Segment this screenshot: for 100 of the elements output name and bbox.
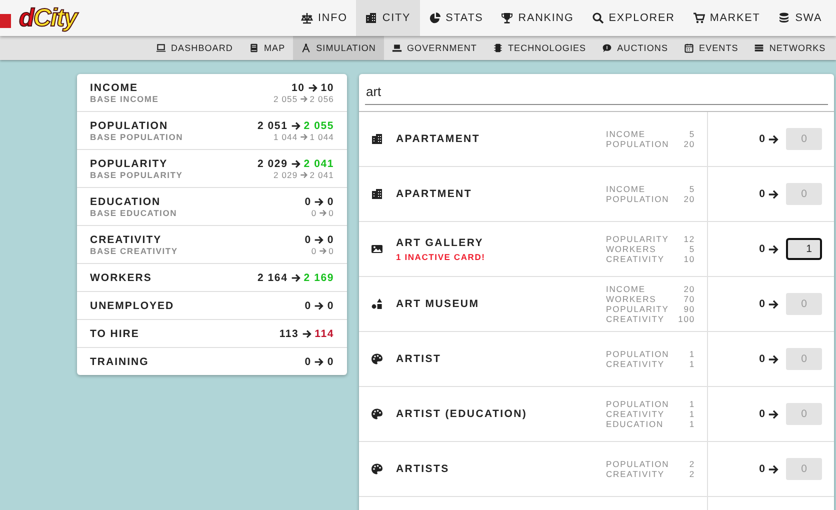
chip-icon (492, 43, 503, 53)
arrow-icon (768, 134, 779, 144)
stat-value: 0 (327, 300, 334, 312)
building-stat-label: POPULARITY (606, 304, 669, 314)
subnav-tab[interactable]: MAP (240, 36, 294, 60)
laptop-icon (156, 43, 166, 53)
building-stat-value: 1 (689, 419, 695, 429)
building-icon (365, 12, 378, 24)
building-stat-label: POPULATION (606, 139, 670, 149)
arrow-icon (290, 158, 301, 168)
stat-label: TO HIRE (90, 328, 140, 340)
base-stat-label: BASE POPULARITY (90, 170, 183, 180)
nav-tab[interactable]: RANKING (492, 0, 583, 36)
building-stat-value: 100 (678, 314, 695, 324)
nav-tab[interactable]: MARKET (684, 0, 770, 36)
building-name: APARTAMENT (396, 133, 481, 145)
arrow-icon (300, 94, 308, 102)
stat-value: 0 (327, 356, 334, 368)
stat-label: WORKERS (90, 272, 152, 284)
stat-value: 2 164 (257, 272, 288, 284)
stat-value: 113 (279, 328, 299, 340)
pie-chart-icon (428, 12, 441, 24)
building-stat-value: 5 (689, 184, 695, 194)
subnav-tab[interactable]: AUCTIONS (594, 36, 676, 60)
nav-tab[interactable]: INFO (292, 0, 356, 36)
arrow-icon (314, 300, 324, 310)
image-icon (371, 243, 383, 255)
building-stat-value: 70 (684, 294, 695, 304)
subnav-tab[interactable]: EVENTS (676, 36, 746, 60)
arrow-icon (290, 272, 301, 282)
building-name: ART GALLERY (396, 236, 484, 248)
base-stat-value: 0 (311, 208, 317, 218)
stat-value: 10 (320, 82, 334, 94)
base-stat-label: BASE INCOME (90, 94, 159, 104)
arrow-icon (300, 170, 308, 178)
stat-value: 0 (304, 356, 312, 368)
building-count: 0 (759, 133, 765, 145)
building-count: 0 (759, 188, 765, 200)
subnav-tab[interactable]: NETWORKS (746, 36, 834, 60)
building-count: 0 (759, 353, 765, 365)
subnav-tab[interactable]: DASHBOARD (148, 36, 241, 60)
base-stat-value: 0 (311, 246, 317, 256)
stat-label: TRAINING (90, 356, 149, 368)
building-stat-label: CREATIVITY (606, 409, 664, 419)
logo-fragment (0, 14, 11, 28)
building-stat-label: CREATIVITY (606, 359, 664, 369)
building-icon (371, 188, 383, 200)
stat-label: EDUCATION (90, 196, 161, 208)
building-stat-value: 1 (689, 349, 695, 359)
calendar-icon (684, 43, 694, 53)
arrow-icon (768, 188, 779, 200)
building-icon (371, 133, 383, 145)
nav-tab[interactable]: EXPLORER (582, 0, 684, 36)
building-stat-label: POPULATION (606, 349, 670, 359)
arrow-icon (300, 132, 308, 140)
base-stat-value: 2 056 (310, 94, 334, 104)
trophy-icon (501, 12, 514, 24)
building-stat-value: 2 (689, 459, 695, 469)
arrow-icon (318, 208, 327, 216)
building-stat-value: 1 (689, 359, 695, 369)
building-stat-label: INCOME (606, 129, 646, 139)
stat-value: 2 029 (257, 158, 288, 170)
building-stat-label: CREATIVITY (606, 469, 664, 479)
building-name: APARTMENT (396, 188, 473, 200)
building-count: 0 (759, 243, 765, 255)
building-stat-value: 20 (684, 284, 695, 294)
building-count: 0 (759, 463, 765, 475)
palette-icon (371, 463, 383, 475)
subnav-tab[interactable]: SIMULATION (293, 36, 384, 60)
arrow-icon (314, 356, 324, 366)
stat-value: 0 (304, 196, 312, 208)
stat-value: 2 169 (304, 272, 334, 284)
stat-value: 0 (327, 234, 334, 246)
arrow-icon (290, 120, 301, 130)
stat-value: 114 (314, 328, 334, 340)
stat-label: UNEMPLOYED (90, 300, 174, 312)
subnav-tab[interactable]: GOVERNMENT (384, 36, 485, 60)
stat-value: 2 041 (304, 158, 334, 170)
nav-tab[interactable]: SWA (769, 0, 832, 36)
building-name: ART MUSEUM (396, 298, 480, 310)
base-stat-value: 2 041 (310, 170, 334, 180)
base-stat-label: BASE POPULATION (90, 132, 184, 142)
coins-icon (778, 12, 790, 24)
nav-tab[interactable]: CITY (356, 0, 420, 36)
amount-field[interactable]: 1 (786, 238, 822, 260)
stat-label: POPULARITY (90, 158, 168, 170)
subnav-tab[interactable]: TECHNOLOGIES (484, 36, 594, 60)
base-stat-value: 0 (328, 208, 334, 218)
search-field[interactable]: art (365, 78, 828, 105)
shapes-icon (371, 298, 383, 310)
building-stat-value: 20 (684, 194, 695, 204)
building-stat-value: 90 (684, 304, 695, 314)
arrow-icon (768, 244, 779, 254)
stat-value: 2 055 (304, 120, 334, 132)
stat-label: POPULATION (90, 120, 168, 132)
nav-tab[interactable]: STATS (420, 0, 492, 36)
building-stat-label: EDUCATION (606, 419, 664, 429)
building-name: ARTIST (396, 353, 442, 365)
base-stat-value: 1 044 (273, 132, 298, 142)
stat-value: 0 (304, 300, 312, 312)
